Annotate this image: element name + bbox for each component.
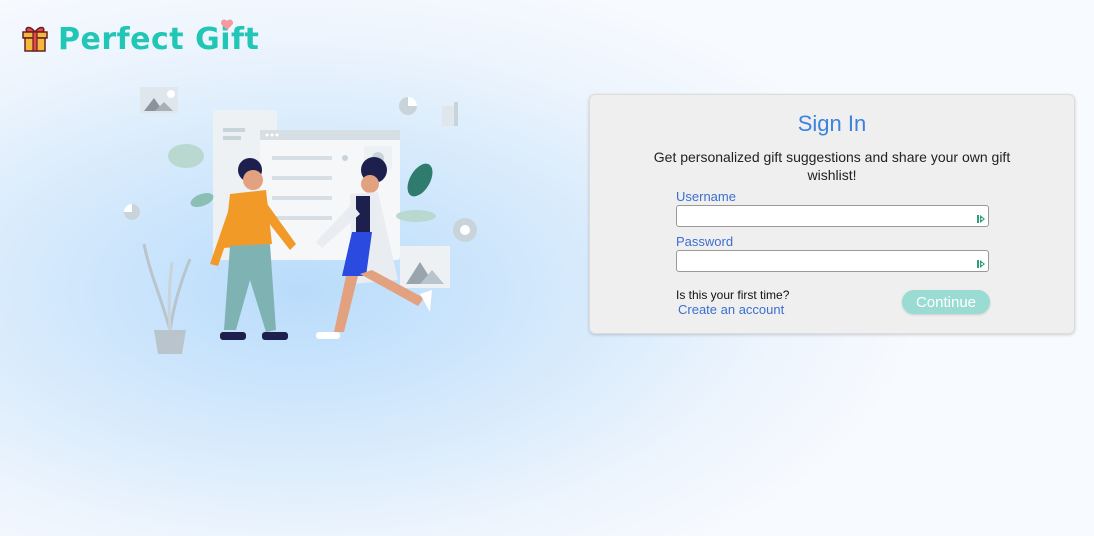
continue-button[interactable]: Continue xyxy=(902,290,990,314)
gift-icon xyxy=(20,23,50,58)
password-input[interactable] xyxy=(681,252,975,272)
signin-title: Sign In xyxy=(797,111,867,136)
create-account-link[interactable]: Create an account xyxy=(678,302,784,317)
username-input[interactable] xyxy=(681,207,975,227)
signin-subtitle: Get personalized gift suggestions and sh… xyxy=(653,149,1011,183)
username-field-wrapper xyxy=(676,205,989,227)
people-illustration xyxy=(124,87,477,354)
signin-card: Sign In Get personalized gift suggestion… xyxy=(589,94,1075,334)
heart-icon xyxy=(220,18,234,36)
password-label: Password xyxy=(676,234,734,249)
username-label: Username xyxy=(676,189,736,204)
first-time-text: Is this your first time? xyxy=(676,288,790,302)
brand-logo[interactable]: Perfect Gift xyxy=(20,19,259,58)
password-field-wrapper xyxy=(676,250,989,272)
password-manager-icon[interactable] xyxy=(977,211,985,223)
password-manager-icon[interactable] xyxy=(977,256,985,268)
